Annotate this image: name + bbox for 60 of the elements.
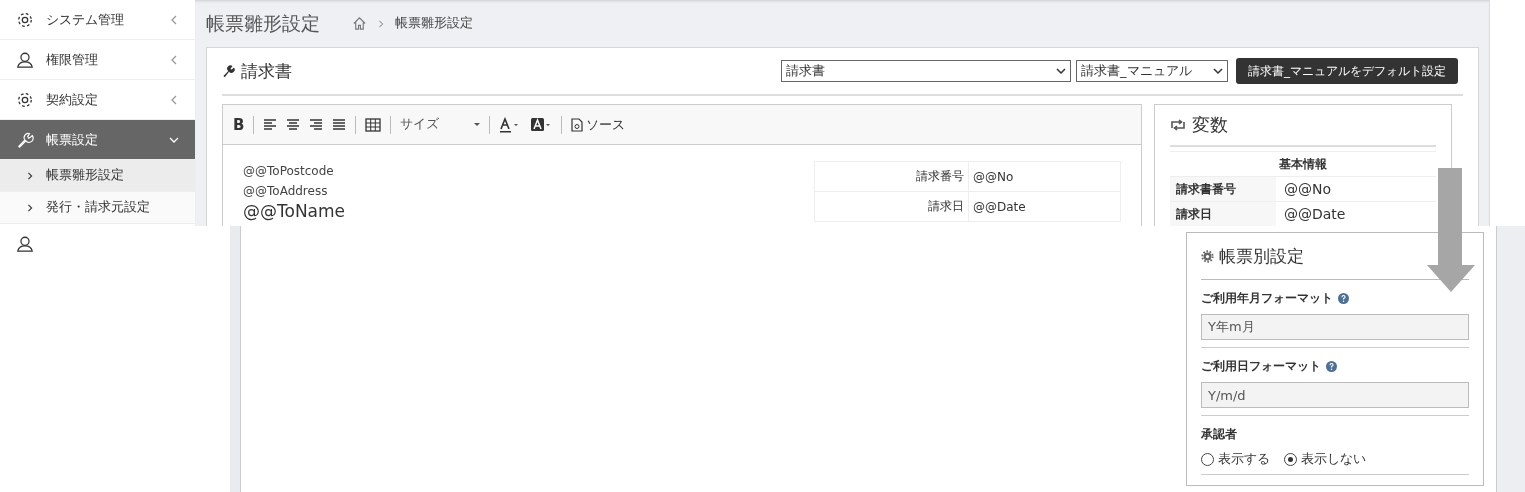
- chevron-right-icon: [26, 203, 34, 212]
- align-icon[interactable]: [263, 118, 278, 131]
- field-label: ご利用年月フォーマット: [1201, 290, 1333, 307]
- wrench-icon: [222, 64, 236, 78]
- chevron-down-icon: [1213, 66, 1223, 76]
- down-arrow-icon: [1427, 168, 1475, 293]
- font-size-dropdown[interactable]: サイズ: [400, 116, 481, 133]
- input-field[interactable]: Y/m/d: [1201, 382, 1469, 408]
- wrench-icon: [16, 130, 34, 149]
- table-cell-text: @@No: [1283, 181, 1332, 197]
- chevron-down-icon: [1056, 66, 1066, 76]
- template-select[interactable]: 請求書: [781, 60, 1071, 82]
- help-icon[interactable]: [1338, 293, 1349, 304]
- repeat-icon: [1170, 119, 1186, 131]
- align-icon[interactable]: [332, 118, 347, 131]
- table-cell: 請求番号: [814, 161, 969, 192]
- panel-title: 帳票別設定: [1219, 244, 1304, 268]
- card-title: 請求書: [241, 59, 292, 83]
- table-cell: 請求書番号: [1170, 177, 1276, 201]
- bold-button[interactable]: B: [233, 115, 245, 134]
- section-heading: 基本情報: [1170, 151, 1436, 176]
- document-icon: [571, 117, 584, 132]
- submenu-item[interactable]: 発行・請求元設定: [0, 192, 195, 224]
- radio-option[interactable]: 表示しない: [1284, 450, 1366, 468]
- radio-option[interactable]: 表示する: [1201, 450, 1270, 468]
- chevron-left-icon: [169, 94, 179, 105]
- table-cell: @@Date: [968, 191, 1121, 222]
- chevron-right-icon: [26, 171, 34, 180]
- gear-icon: [1201, 249, 1214, 263]
- variant-select[interactable]: 請求書_マニュアル: [1076, 60, 1228, 82]
- input-field[interactable]: Y年m月: [1201, 314, 1469, 340]
- set-default-button[interactable]: 請求書_マニュアルをデフォルト設定: [1236, 58, 1458, 84]
- home-icon[interactable]: [352, 16, 367, 31]
- chevron-right-icon: [377, 19, 385, 28]
- highlight-color-icon[interactable]: [530, 116, 553, 133]
- table-cell: 請求日: [814, 191, 969, 222]
- table-icon[interactable]: [365, 117, 382, 132]
- help-icon[interactable]: [1326, 361, 1337, 372]
- placeholder-text: @@ToPostcode: [243, 163, 335, 180]
- chevron-left-icon: [169, 14, 179, 25]
- chevron-left-icon: [169, 54, 179, 65]
- align-icon[interactable]: [286, 118, 301, 131]
- placeholder-text: @@ToName: [243, 201, 347, 222]
- user-icon: [16, 50, 34, 69]
- page-title: 帳票雛形設定: [206, 10, 320, 36]
- table-cell: 請求日: [1170, 202, 1276, 226]
- table-cell: @@No: [968, 161, 1121, 192]
- align-icon[interactable]: [309, 118, 324, 131]
- panel-title: 変数: [1192, 113, 1228, 137]
- submenu-item[interactable]: 帳票雛形設定: [0, 160, 195, 192]
- breadcrumb-item: 帳票雛形設定: [395, 15, 473, 32]
- gear-icon: [16, 90, 34, 109]
- user-icon[interactable]: [16, 235, 34, 253]
- field-label: ご利用日フォーマット: [1201, 358, 1321, 375]
- table-cell-text: @@Date: [1283, 206, 1346, 222]
- field-label: 承認者: [1201, 426, 1237, 443]
- placeholder-text: @@ToAddress: [243, 183, 329, 200]
- source-button[interactable]: ソース: [571, 115, 626, 134]
- sidebar-item[interactable]: 帳票設定: [0, 120, 195, 160]
- gear-icon: [16, 10, 34, 29]
